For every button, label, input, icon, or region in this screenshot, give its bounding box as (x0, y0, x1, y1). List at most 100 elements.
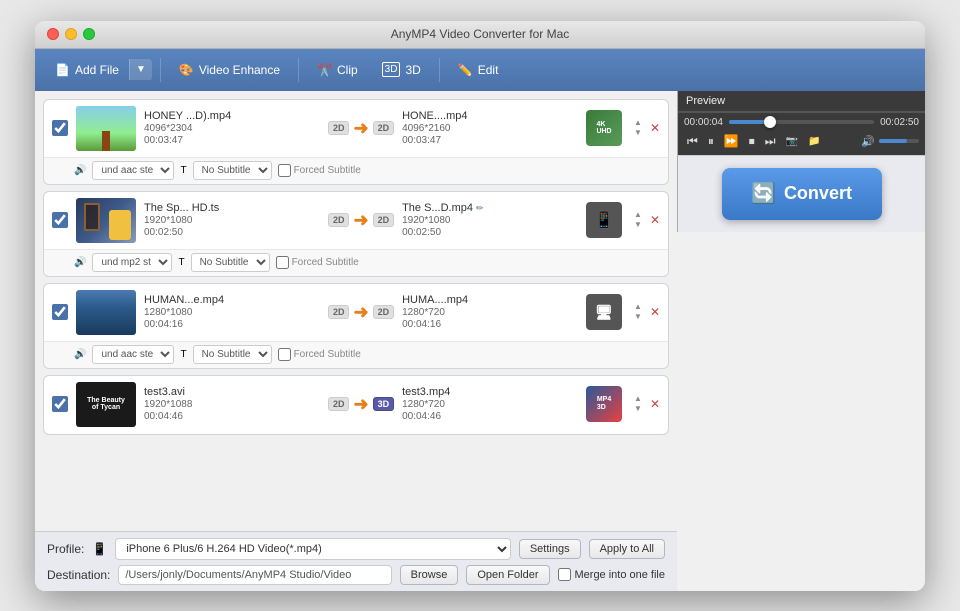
subtitle-icon-3: T (180, 349, 186, 360)
file-checkbox-2[interactable] (52, 212, 68, 228)
close-file-3[interactable]: ✕ (650, 305, 660, 319)
bottom-bar: Profile: 📱 iPhone 6 Plus/6 H.264 HD Vide… (35, 531, 677, 591)
merge-label: Merge into one file (575, 569, 666, 581)
convert-button[interactable]: 🔄 Convert (722, 168, 882, 220)
skip-back-button[interactable]: ⏮ (684, 132, 701, 151)
fast-forward-button[interactable]: ⏩ (721, 132, 742, 150)
open-folder-button[interactable]: Open Folder (466, 565, 549, 585)
close-file-1[interactable]: ✕ (650, 121, 660, 135)
output-res-4: 1280*720 (402, 399, 578, 410)
subtitle-icon-2: T (178, 257, 184, 268)
file-list: HONEY ...D).mp4 4096*2304 00:03:47 2D ➜ … (35, 91, 677, 531)
skip-forward-button[interactable]: ⏭ (762, 132, 779, 151)
forced-subtitle-check-3[interactable] (278, 348, 291, 361)
profile-row: Profile: 📱 iPhone 6 Plus/6 H.264 HD Vide… (47, 538, 665, 560)
output-dur-1: 00:03:47 (402, 135, 578, 146)
3d-button[interactable]: 3D 3D (372, 57, 431, 82)
traffic-lights (47, 28, 95, 40)
time-total: 00:02:50 (880, 117, 919, 128)
add-file-button[interactable]: 📄 Add File (45, 58, 129, 82)
preview-header: Preview (678, 91, 925, 112)
apply-all-button[interactable]: Apply to All (589, 539, 665, 559)
badge-2d-in-1: 2D (328, 121, 350, 135)
thumbnail-1 (76, 106, 136, 151)
audio-select-3[interactable]: und aac ste (92, 345, 174, 364)
output-name-1: HONE....mp4 (402, 110, 578, 122)
profile-label: Profile: (47, 542, 84, 556)
add-file-dropdown-button[interactable]: ▼ (129, 59, 152, 80)
scroll-arrows-3[interactable]: ▲ ▼ (634, 303, 642, 321)
video-enhance-button[interactable]: 🎨 Video Enhance (169, 58, 290, 82)
close-file-4[interactable]: ✕ (650, 397, 660, 411)
browse-button[interactable]: Browse (400, 565, 459, 585)
add-file-icon: 📄 (55, 63, 70, 77)
profile-select[interactable]: iPhone 6 Plus/6 H.264 HD Video(*.mp4) (115, 538, 511, 560)
settings-button[interactable]: Settings (519, 539, 581, 559)
file-res-1: 4096*2304 (144, 123, 320, 134)
output-info-3: HUMA....mp4 1280*720 00:04:16 (402, 294, 578, 330)
edit-output-2[interactable]: ✏ (476, 203, 484, 214)
audio-select-1[interactable]: und aac ste (92, 161, 174, 180)
convert-label: Convert (784, 183, 852, 204)
close-file-2[interactable]: ✕ (650, 213, 660, 227)
separator-2 (298, 58, 299, 82)
scroll-arrows-4[interactable]: ▲ ▼ (634, 395, 642, 413)
add-file-group[interactable]: 📄 Add File ▼ (45, 58, 152, 82)
volume-bar[interactable] (879, 139, 919, 143)
file-res-3: 1280*1080 (144, 307, 320, 318)
scroll-arrows-1[interactable]: ▲ ▼ (634, 119, 642, 137)
forced-subtitle-check-2[interactable] (276, 256, 289, 269)
file-list-panel: HONEY ...D).mp4 4096*2304 00:03:47 2D ➜ … (35, 91, 677, 591)
file-checkbox-1[interactable] (52, 120, 68, 136)
3d-icon: 3D (382, 62, 401, 77)
file-dur-1: 00:03:47 (144, 135, 320, 146)
file-dur-3: 00:04:16 (144, 319, 320, 330)
close-button[interactable] (47, 28, 59, 40)
scroll-arrows-2[interactable]: ▲ ▼ (634, 211, 642, 229)
controls-row: ⏮ ⏸ ⏩ ⏹ ⏭ 📷 📁 🔊 (684, 132, 919, 151)
destination-input[interactable] (118, 565, 391, 585)
forced-subtitle-3: Forced Subtitle (278, 348, 361, 361)
destination-label: Destination: (47, 568, 110, 582)
arrow-3: ➜ (353, 302, 368, 323)
forced-subtitle-check-1[interactable] (278, 164, 291, 177)
clip-icon: ✂️ (317, 63, 332, 77)
output-name-4: test3.mp4 (402, 386, 578, 398)
format-icon-3: 🖥 (586, 294, 622, 330)
subtitle-select-2[interactable]: No Subtitle (191, 253, 270, 272)
badge-2d-in-4: 2D (328, 397, 350, 411)
folder-button[interactable]: 📁 (805, 134, 823, 149)
file-item-4: The Beautyof Tycan test3.avi 1920*1088 0… (43, 375, 669, 435)
minimize-button[interactable] (65, 28, 77, 40)
audio-select-2[interactable]: und mp2 st (92, 253, 172, 272)
output-info-4: test3.mp4 1280*720 00:04:46 (402, 386, 578, 422)
profile-device-icon: 📱 (92, 542, 107, 556)
output-dur-3: 00:04:16 (402, 319, 578, 330)
forced-subtitle-2: Forced Subtitle (276, 256, 359, 269)
file-checkbox-4[interactable] (52, 396, 68, 412)
clip-button[interactable]: ✂️ Clip (307, 58, 368, 82)
progress-bar[interactable] (729, 120, 874, 124)
subtitle-select-3[interactable]: No Subtitle (193, 345, 272, 364)
screenshot-button[interactable]: 📷 (783, 134, 801, 149)
file-name-3: HUMAN...e.mp4 (144, 294, 320, 306)
file-checkbox-3[interactable] (52, 304, 68, 320)
video-enhance-label: Video Enhance (199, 63, 280, 77)
output-name-3: HUMA....mp4 (402, 294, 578, 306)
stop-button[interactable]: ⏹ (746, 132, 758, 151)
conversion-arrow-3: 2D ➜ 2D (328, 302, 394, 323)
file-name-4: test3.avi (144, 386, 320, 398)
file-res-2: 1920*1080 (144, 215, 320, 226)
output-name-2: The S...D.mp4 ✏ (402, 202, 578, 214)
window-title: AnyMP4 Video Converter for Mac (391, 27, 570, 41)
merge-checkbox[interactable] (558, 568, 571, 581)
edit-button[interactable]: ✏️ Edit (448, 58, 509, 82)
format-icon-1: 4KUHD (586, 110, 622, 146)
forced-subtitle-1: Forced Subtitle (278, 164, 361, 177)
play-button[interactable]: ⏸ (705, 132, 717, 151)
preview-controls: 00:00:04 00:02:50 ⏮ ⏸ ⏩ ⏹ ⏭ 📷 (678, 112, 925, 155)
maximize-button[interactable] (83, 28, 95, 40)
convert-section: 🔄 Convert (677, 155, 925, 232)
toolbar: 📄 Add File ▼ 🎨 Video Enhance ✂️ Clip 3D … (35, 49, 925, 91)
subtitle-select-1[interactable]: No Subtitle (193, 161, 272, 180)
